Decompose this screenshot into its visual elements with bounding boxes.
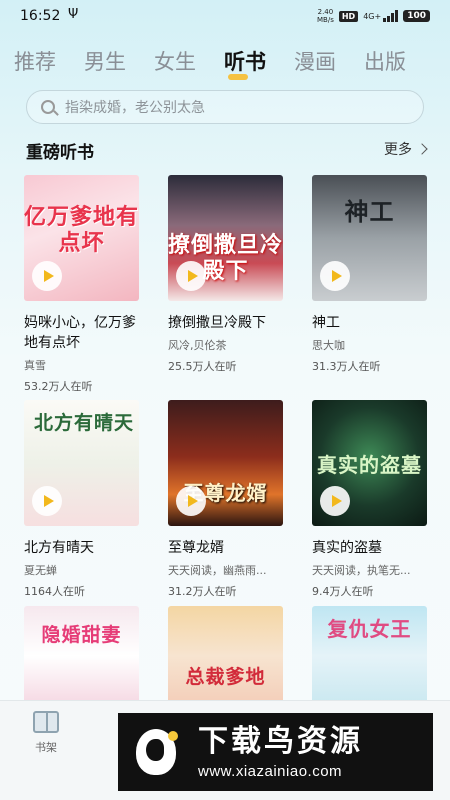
battery-indicator: 100 [403, 10, 430, 22]
book-card[interactable]: 至尊龙婿 至尊龙婿 天天阅读，幽燕雨... 31.2万人在听 [168, 400, 286, 599]
book-card[interactable]: 真实的盗墓 真实的盗墓 天天阅读，执笔无... 9.4万人在听 [312, 400, 430, 599]
book-card[interactable]: 隐婚甜妻 [24, 606, 142, 706]
tab-female[interactable]: 女生 [152, 46, 222, 76]
book-card[interactable]: 撩倒撒旦冷殿下 撩倒撒旦冷殿下 风冷,贝伦茶 25.5万人在听 [168, 175, 286, 374]
book-listeners: 9.4万人在听 [312, 585, 374, 598]
book-author: 风冷,贝伦茶 [168, 339, 227, 352]
watermark-title: 下载鸟资源 [198, 723, 363, 759]
net-speed: 2.40 MB/s [317, 8, 334, 24]
book-card[interactable]: 复仇女王 [312, 606, 430, 706]
play-icon[interactable] [176, 261, 206, 291]
book-listeners: 53.2万人在听 [24, 380, 93, 393]
category-tabs: 推荐 男生 女生 听书 漫画 出版 [12, 46, 432, 80]
nav-bookshelf-label: 书架 [35, 741, 57, 754]
book-cover[interactable]: 北方有晴天 [24, 400, 139, 526]
cover-title: 复仇女王 [327, 617, 412, 641]
book-title: 北方有晴天 [24, 540, 94, 556]
status-bar: 16:52 Ψ 2.40 MB/s HD 4G+ 100 [0, 0, 450, 34]
book-title: 真实的盗墓 [312, 540, 382, 556]
cover-title: 亿万爹地有点坏 [24, 205, 139, 256]
cover-title: 神工 [344, 198, 395, 226]
tab-publishing[interactable]: 出版 [362, 46, 432, 76]
watermark-url: www.xiazainiao.com [198, 762, 343, 780]
section-title: 重磅听书 [26, 143, 94, 163]
book-card[interactable]: 亿万爹地有点坏 妈咪小心，亿万爹地有点坏 真雪 53.2万人在听 [24, 175, 142, 394]
cover-title: 北方有晴天 [34, 412, 135, 434]
status-indicators: 2.40 MB/s HD 4G+ 100 [317, 8, 430, 24]
network-type: 4G+ [363, 11, 382, 21]
chevron-right-icon [416, 143, 428, 155]
book-cover[interactable]: 撩倒撒旦冷殿下 [168, 175, 283, 301]
watermark-banner: 下载鸟资源 www.xiazainiao.com [118, 713, 433, 791]
book-listeners: 1164人在听 [24, 585, 85, 598]
more-button[interactable]: 更多 [384, 139, 428, 159]
book-cover[interactable]: 隐婚甜妻 [24, 606, 139, 706]
net-speed-value: 2.40 [317, 8, 334, 16]
book-author: 天天阅读，幽燕雨... [168, 564, 267, 577]
hd-badge: HD [338, 10, 359, 22]
book-cover[interactable]: 亿万爹地有点坏 [24, 175, 139, 301]
book-cover[interactable]: 复仇女王 [312, 606, 427, 706]
status-time: 16:52 [20, 8, 61, 24]
signal-icon [383, 10, 399, 22]
cover-title: 隐婚甜妻 [41, 624, 122, 646]
tab-recommend[interactable]: 推荐 [12, 46, 82, 76]
book-listeners: 31.2万人在听 [168, 585, 237, 598]
cover-title: 总裁爹地 [185, 666, 266, 688]
book-title: 神工 [312, 315, 340, 331]
book-cover[interactable]: 真实的盗墓 [312, 400, 427, 526]
play-icon[interactable] [320, 486, 350, 516]
book-listeners: 25.5万人在听 [168, 360, 237, 373]
watermark-text: 下载鸟资源 www.xiazainiao.com [198, 723, 363, 780]
tab-audiobook[interactable]: 听书 [222, 46, 292, 80]
search-placeholder: 指染成婚，老公别太急 [65, 100, 205, 116]
more-label: 更多 [384, 142, 412, 158]
nav-bookshelf[interactable]: 书架 [26, 711, 66, 755]
book-cover[interactable]: 至尊龙婿 [168, 400, 283, 526]
bookshelf-icon [33, 711, 59, 733]
bird-logo-icon [128, 723, 186, 781]
cover-title: 真实的盗墓 [317, 453, 422, 477]
book-title: 撩倒撒旦冷殿下 [168, 315, 266, 331]
play-icon[interactable] [32, 486, 62, 516]
book-card[interactable]: 北方有晴天 北方有晴天 夏无蝉 1164人在听 [24, 400, 142, 599]
tab-male[interactable]: 男生 [82, 46, 152, 76]
book-listeners: 31.3万人在听 [312, 360, 381, 373]
play-icon[interactable] [176, 486, 206, 516]
tab-comics[interactable]: 漫画 [292, 46, 362, 76]
book-card[interactable]: 总裁爹地 [168, 606, 286, 706]
book-card[interactable]: 神工 神工 思大咖 31.3万人在听 [312, 175, 430, 374]
play-icon[interactable] [320, 261, 350, 291]
play-icon[interactable] [32, 261, 62, 291]
book-author: 真雪 [24, 359, 46, 372]
book-title: 妈咪小心，亿万爹地有点坏 [24, 315, 136, 351]
book-author: 思大咖 [312, 339, 345, 352]
book-cover[interactable]: 总裁爹地 [168, 606, 283, 706]
book-author: 天天阅读，执笔无... [312, 564, 411, 577]
search-bar[interactable]: 指染成婚，老公别太急 [26, 90, 424, 124]
usb-icon: Ψ [68, 7, 79, 22]
search-icon [41, 100, 55, 114]
net-speed-unit: MB/s [317, 16, 334, 24]
book-title: 至尊龙婿 [168, 540, 224, 556]
book-cover[interactable]: 神工 [312, 175, 427, 301]
book-author: 夏无蝉 [24, 564, 57, 577]
